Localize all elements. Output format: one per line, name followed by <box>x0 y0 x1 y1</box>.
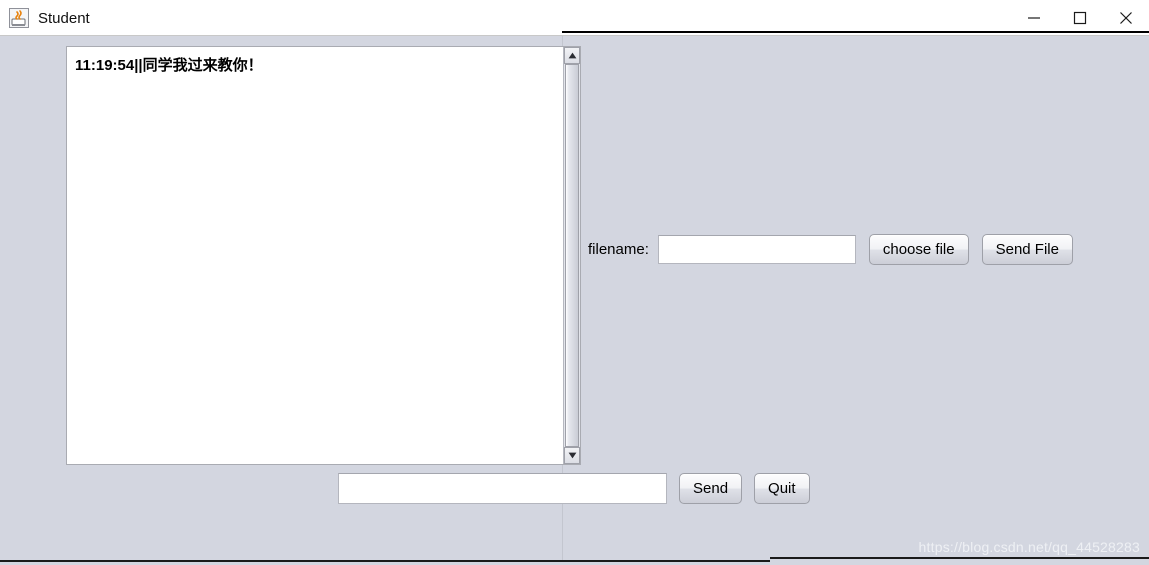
client-area: 11:19:54||同学我过来教你！ filename: choose file… <box>0 36 1149 565</box>
titlebar-bottom-rule <box>562 31 1149 33</box>
scroll-up-icon <box>568 52 576 59</box>
send-button[interactable]: Send <box>679 473 743 504</box>
chat-scrollbar-thumb[interactable] <box>565 64 579 447</box>
student-chat-window: Student 11:19:54||同学我过来教你！ filename: cho… <box>0 0 1149 565</box>
scroll-down-button[interactable] <box>564 447 580 464</box>
chat-scrollbar[interactable] <box>563 47 580 464</box>
message-compose-row: Send Quit <box>338 473 810 504</box>
close-icon <box>1120 12 1132 24</box>
send-file-button[interactable]: Send File <box>981 234 1073 265</box>
minimize-icon <box>1028 17 1040 19</box>
window-bottom-rule-left <box>0 560 770 562</box>
filename-label: filename: <box>588 241 649 258</box>
choose-file-button[interactable]: choose file <box>868 234 969 265</box>
chat-scrollbar-track[interactable] <box>564 64 580 447</box>
scroll-up-button[interactable] <box>564 47 580 64</box>
maximize-icon <box>1073 11 1087 25</box>
java-coffee-cup-icon <box>9 8 29 28</box>
chat-message-list[interactable]: 11:19:54||同学我过来教你！ <box>67 47 563 464</box>
titlebar-left-group: Student <box>9 0 90 36</box>
quit-button[interactable]: Quit <box>754 473 810 504</box>
file-transfer-row: filename: choose file Send File <box>588 234 1073 265</box>
watermark-text: https://blog.csdn.net/qq_44528283 <box>918 539 1140 555</box>
window-bottom-rule-right <box>770 557 1149 559</box>
chat-message: 11:19:54||同学我过来教你！ <box>75 57 263 74</box>
message-input[interactable] <box>338 473 667 504</box>
filename-input[interactable] <box>657 235 856 264</box>
scroll-down-icon <box>568 452 576 459</box>
window-title: Student <box>38 9 90 27</box>
chat-display-panel: 11:19:54||同学我过来教你！ <box>66 46 581 465</box>
